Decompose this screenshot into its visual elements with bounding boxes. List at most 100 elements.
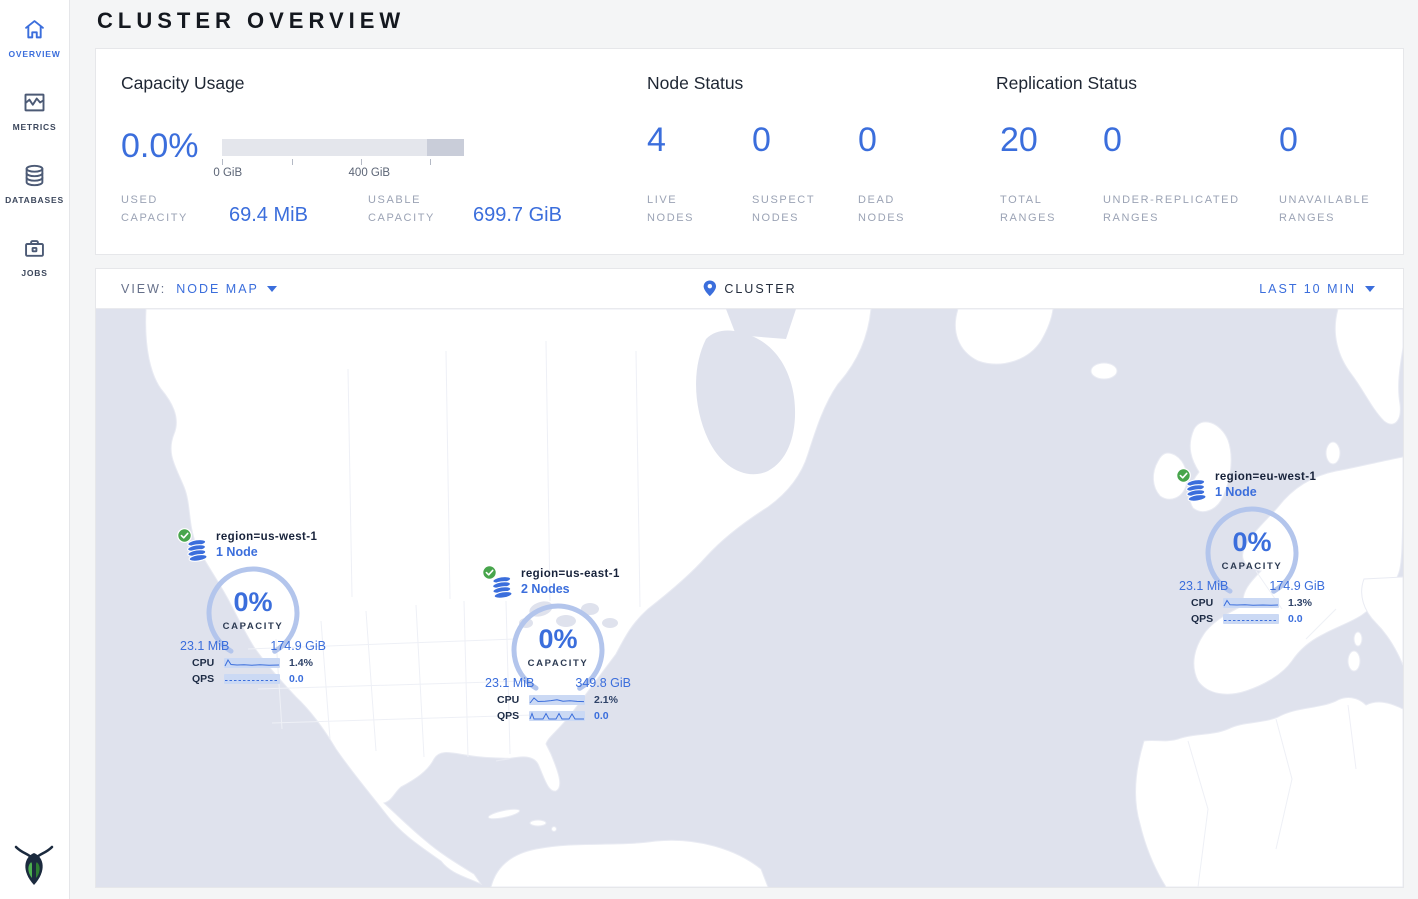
capacity-bar-chart: 0 GiB 400 GiB xyxy=(222,139,464,182)
axis-tick-label: 0 GiB xyxy=(213,167,242,179)
dead-nodes-label: DEAD NODES xyxy=(858,191,938,227)
time-range-value: LAST 10 MIN xyxy=(1259,282,1356,296)
time-range-dropdown[interactable]: LAST 10 MIN xyxy=(1259,282,1375,296)
locality-region: region=eu-west-1 xyxy=(1215,471,1316,483)
sidebar-item-label: OVERVIEW xyxy=(8,49,60,59)
usable-capacity-value: 699.7 GiB xyxy=(473,204,562,227)
sidebar-item-label: METRICS xyxy=(13,122,57,132)
capacity-total-value: 349.8 GiB xyxy=(575,676,631,690)
total-ranges-value: 20 xyxy=(1000,121,1038,160)
cpu-value: 1.4% xyxy=(289,657,313,669)
locality-node-count: 1 Node xyxy=(1215,485,1316,499)
sidebar-item-overview[interactable]: OVERVIEW xyxy=(8,16,60,59)
cpu-sparkline xyxy=(529,695,585,705)
view-dropdown[interactable]: NODE MAP xyxy=(176,282,277,296)
locality-card-eu-west-1[interactable]: region=eu-west-1 1 Node 0% CAPACITY 23.1… xyxy=(1177,469,1327,629)
capacity-bar-used-segment xyxy=(427,139,464,156)
live-nodes-value: 4 xyxy=(647,121,666,160)
cpu-value: 1.3% xyxy=(1288,597,1312,609)
axis-tick-label: 400 GiB xyxy=(349,167,391,179)
healthy-check-icon xyxy=(1176,468,1191,483)
cockroachdb-logo xyxy=(14,841,54,887)
qps-value: 0.0 xyxy=(289,673,304,685)
gauge-percent: 0% xyxy=(510,624,606,655)
qps-sparkline xyxy=(224,674,280,684)
sidebar-item-label: DATABASES xyxy=(5,195,64,205)
gauge-capacity-label: CAPACITY xyxy=(205,621,301,632)
node-status-title: Node Status xyxy=(647,73,743,94)
node-map-panel: VIEW: NODE MAP CLUSTER LAST 10 MIN xyxy=(95,268,1404,888)
cluster-summary-panel: Capacity Usage 0.0% 0 GiB 400 GiB USED C… xyxy=(95,48,1404,255)
unavailable-ranges-value: 0 xyxy=(1279,121,1298,160)
dead-nodes-value: 0 xyxy=(858,121,877,160)
axis-tick xyxy=(222,159,223,165)
gauge-capacity-label: CAPACITY xyxy=(510,658,606,669)
under-replicated-ranges-value: 0 xyxy=(1103,121,1122,160)
used-capacity-label: USED CAPACITY xyxy=(121,191,209,227)
capacity-bar xyxy=(222,139,464,156)
sidebar: OVERVIEW METRICS DATABASES xyxy=(0,0,70,899)
capacity-usage-title: Capacity Usage xyxy=(121,73,245,94)
sidebar-item-jobs[interactable]: JOBS xyxy=(21,235,48,278)
healthy-check-icon xyxy=(177,528,192,543)
locality-region: region=us-east-1 xyxy=(521,568,620,580)
cpu-value: 2.1% xyxy=(594,694,618,706)
view-dropdown-value: NODE MAP xyxy=(176,282,259,296)
cpu-label: CPU xyxy=(497,694,529,706)
locality-node-count: 2 Nodes xyxy=(521,582,620,596)
gauge-capacity-label: CAPACITY xyxy=(1204,561,1300,572)
usable-capacity-label: USABLE CAPACITY xyxy=(368,191,456,227)
live-nodes-label: LIVE NODES xyxy=(647,191,727,227)
jobs-icon xyxy=(21,235,48,262)
suspect-nodes-value: 0 xyxy=(752,121,771,160)
breadcrumb[interactable]: CLUSTER xyxy=(702,280,796,297)
qps-sparkline xyxy=(529,711,585,721)
locality-region: region=us-west-1 xyxy=(216,531,317,543)
unavailable-ranges-label: UNAVAILABLE RANGES xyxy=(1279,191,1379,227)
home-icon xyxy=(21,16,48,43)
capacity-percent-value: 0.0% xyxy=(121,127,199,166)
map-toolbar: VIEW: NODE MAP CLUSTER LAST 10 MIN xyxy=(96,269,1403,309)
locality-card-us-east-1[interactable]: region=us-east-1 2 Nodes 0% CAPACITY 23.… xyxy=(483,566,633,726)
cpu-sparkline xyxy=(224,658,280,668)
location-pin-icon xyxy=(702,280,716,297)
total-ranges-label: TOTAL RANGES xyxy=(1000,191,1080,227)
page-title: CLUSTER OVERVIEW xyxy=(97,8,405,34)
chevron-down-icon xyxy=(1365,286,1375,292)
replication-status-title: Replication Status xyxy=(996,73,1137,94)
healthy-check-icon xyxy=(482,565,497,580)
world-map: region=us-west-1 1 Node 0% CAPACITY 23.1… xyxy=(96,309,1403,887)
qps-label: QPS xyxy=(192,673,224,685)
capacity-bar-axis: 0 GiB 400 GiB xyxy=(222,156,464,182)
qps-value: 0.0 xyxy=(1288,613,1303,625)
locality-card-us-west-1[interactable]: region=us-west-1 1 Node 0% CAPACITY 23.1… xyxy=(178,529,328,689)
suspect-nodes-label: SUSPECT NODES xyxy=(752,191,832,227)
used-capacity-value: 69.4 MiB xyxy=(229,204,308,227)
breadcrumb-cluster: CLUSTER xyxy=(724,282,796,296)
view-label: VIEW: xyxy=(121,282,166,296)
sidebar-item-label: JOBS xyxy=(21,268,47,278)
cpu-label: CPU xyxy=(192,657,224,669)
axis-tick xyxy=(430,159,431,165)
gauge-percent: 0% xyxy=(1204,527,1300,558)
sidebar-item-databases[interactable]: DATABASES xyxy=(5,162,64,205)
metrics-icon xyxy=(21,89,48,116)
capacity-total-value: 174.9 GiB xyxy=(270,639,326,653)
qps-label: QPS xyxy=(1191,613,1223,625)
chevron-down-icon xyxy=(267,286,277,292)
under-replicated-ranges-label: UNDER-REPLICATED RANGES xyxy=(1103,191,1268,227)
qps-value: 0.0 xyxy=(594,710,609,722)
axis-tick xyxy=(361,159,362,165)
cpu-label: CPU xyxy=(1191,597,1223,609)
locality-node-count: 1 Node xyxy=(216,545,317,559)
cpu-sparkline xyxy=(1223,598,1279,608)
capacity-used-value: 23.1 MiB xyxy=(180,639,229,653)
sidebar-item-metrics[interactable]: METRICS xyxy=(13,89,57,132)
qps-sparkline xyxy=(1223,614,1279,624)
capacity-used-value: 23.1 MiB xyxy=(1179,579,1228,593)
axis-tick xyxy=(292,159,293,165)
gauge-percent: 0% xyxy=(205,587,301,618)
qps-label: QPS xyxy=(497,710,529,722)
capacity-total-value: 174.9 GiB xyxy=(1269,579,1325,593)
databases-icon xyxy=(21,162,48,189)
